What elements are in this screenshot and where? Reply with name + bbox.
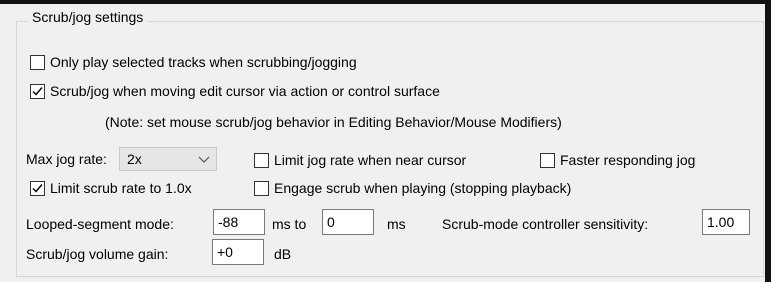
looped-unit: ms	[387, 216, 406, 232]
looped-segment-label-row: Looped-segment mode:	[26, 213, 174, 235]
limit-scrub-rate-label: Limit scrub rate to 1.0x	[50, 180, 192, 196]
looped-to-field[interactable]: 0	[322, 209, 374, 235]
limit-jog-near-option[interactable]: Limit jog rate when near cursor	[254, 149, 466, 171]
volume-field[interactable]: +0	[212, 239, 264, 265]
looped-unit-row: ms	[387, 213, 406, 235]
checkmark-icon	[32, 86, 43, 96]
volume-unit: dB	[274, 246, 292, 262]
scrub-edit-cursor-option[interactable]: Scrub/jog when moving edit cursor via ac…	[30, 80, 440, 102]
faster-jog-option[interactable]: Faster responding jog	[540, 149, 695, 171]
volume-unit-row: dB	[274, 243, 291, 265]
volume-label: Scrub/jog volume gain:	[26, 246, 169, 262]
faster-jog-label: Faster responding jog	[560, 152, 696, 168]
max-jog-value: 2x	[126, 151, 142, 167]
note-text-row: (Note: set mouse scrub/jog behavior in E…	[105, 111, 562, 133]
faster-jog-checkbox[interactable]	[540, 152, 555, 168]
engage-scrub-option[interactable]: Engage scrub when playing (stopping play…	[254, 177, 571, 199]
sensitivity-label-row: Scrub-mode controller sensitivity:	[442, 213, 648, 235]
only-selected-label: Only play selected tracks when scrubbing…	[50, 54, 357, 70]
limit-scrub-rate-checkbox[interactable]	[30, 180, 45, 196]
preferences-panel: Scrub/jog settings Only play selected tr…	[0, 0, 771, 282]
max-jog-row: Max jog rate: 2x	[26, 147, 217, 171]
looped-mid-text: ms to	[272, 216, 307, 232]
sensitivity-input[interactable]: 1.00	[702, 209, 750, 235]
limit-scrub-rate-option[interactable]: Limit scrub rate to 1.0x	[30, 177, 192, 199]
engage-scrub-checkbox[interactable]	[254, 180, 269, 196]
scrub-edit-cursor-label: Scrub/jog when moving edit cursor via ac…	[50, 83, 440, 99]
engage-scrub-label: Engage scrub when playing (stopping play…	[274, 180, 572, 196]
only-selected-option[interactable]: Only play selected tracks when scrubbing…	[30, 51, 357, 73]
max-jog-select[interactable]: 2x	[118, 147, 217, 171]
looped-from-input[interactable]: -88	[213, 209, 265, 235]
looped-to-input[interactable]: 0	[322, 209, 374, 235]
scrub-edit-cursor-checkbox[interactable]	[30, 83, 45, 99]
looped-segment-label: Looped-segment mode:	[26, 216, 174, 232]
only-selected-checkbox[interactable]	[30, 54, 45, 70]
limit-jog-near-checkbox[interactable]	[254, 152, 269, 168]
max-jog-label: Max jog rate:	[26, 151, 107, 167]
sensitivity-field[interactable]: 1.00	[702, 209, 750, 235]
volume-input[interactable]: +0	[212, 239, 264, 265]
looped-from-field[interactable]: -88	[213, 209, 265, 235]
note-text: (Note: set mouse scrub/jog behavior in E…	[105, 114, 562, 130]
looped-mid-text-row: ms to	[272, 213, 306, 235]
group-title: Scrub/jog settings	[28, 8, 148, 26]
volume-label-row: Scrub/jog volume gain:	[26, 243, 168, 265]
sensitivity-label: Scrub-mode controller sensitivity:	[442, 216, 649, 232]
chevron-down-icon	[198, 156, 210, 163]
checkmark-icon	[32, 183, 43, 193]
limit-jog-near-label: Limit jog rate when near cursor	[274, 152, 467, 168]
